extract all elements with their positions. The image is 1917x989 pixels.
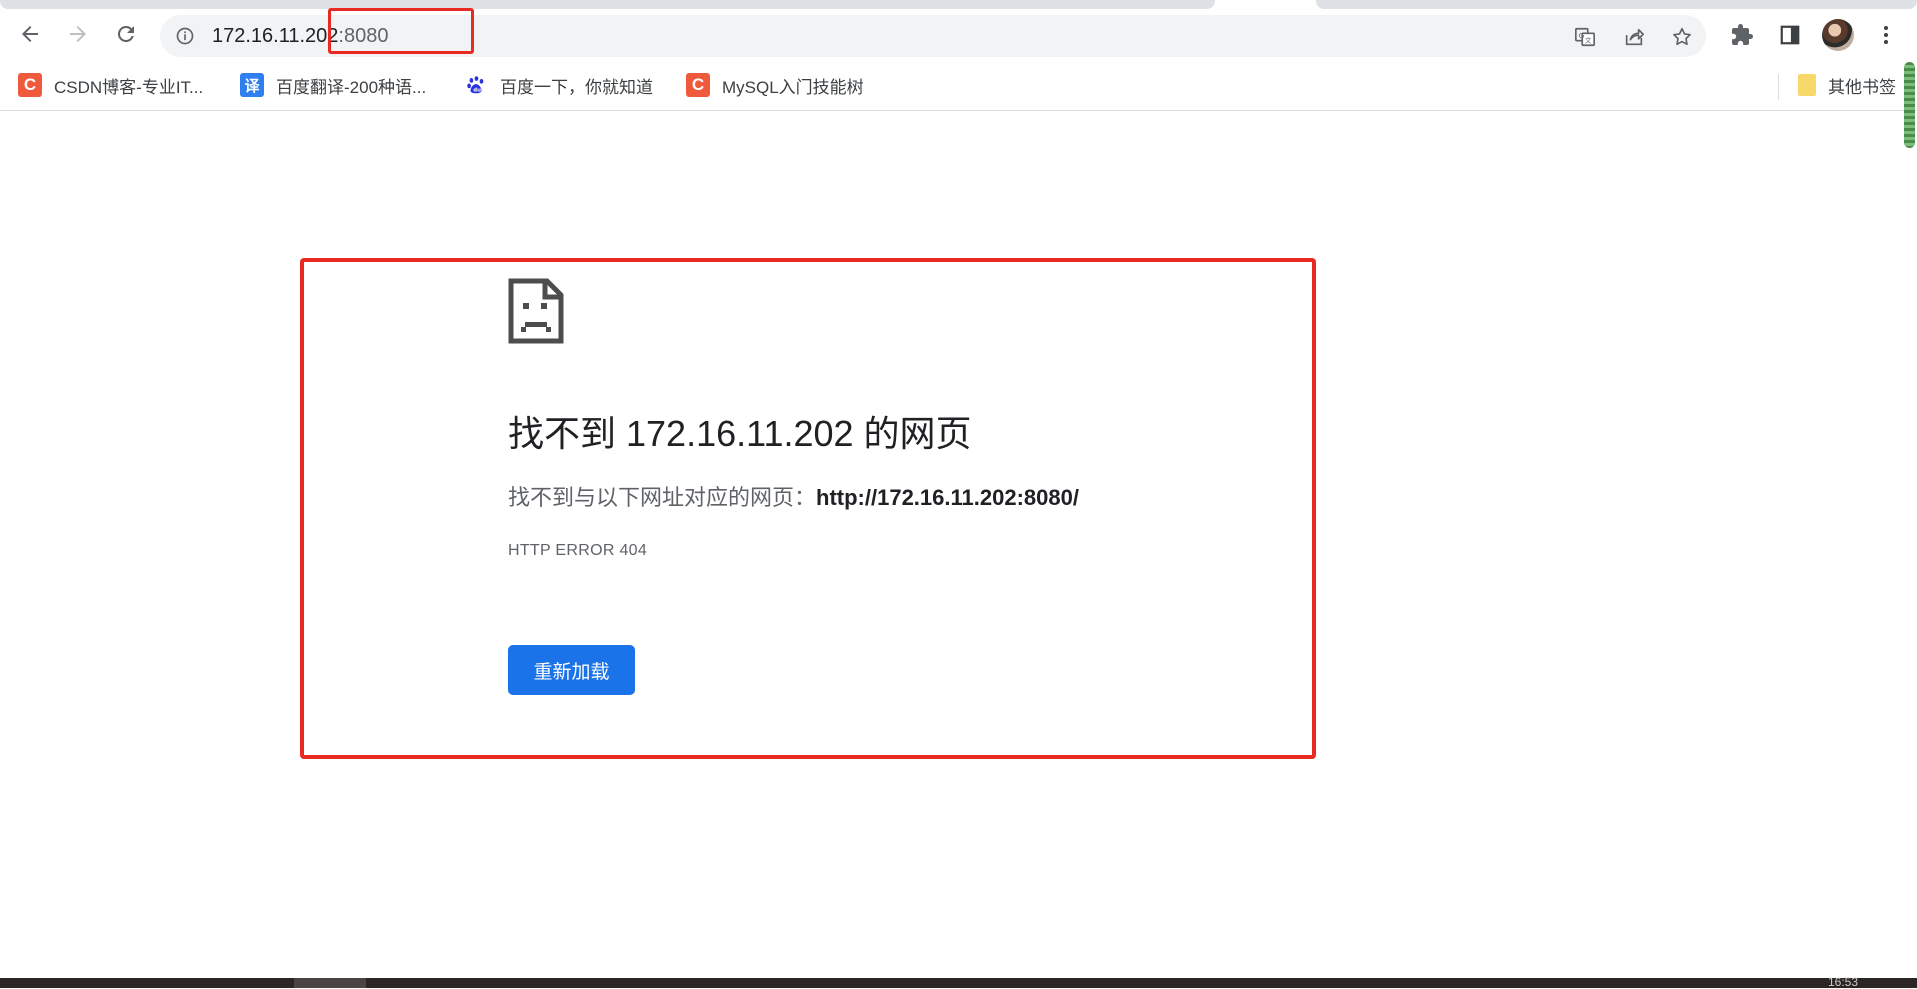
extensions-puzzle-icon[interactable]: [1728, 21, 1756, 49]
csdn-icon: C: [686, 73, 710, 97]
tab-background[interactable]: [0, 0, 1215, 9]
bookmark-item[interactable]: du 百度一下，你就知道: [464, 72, 653, 98]
browser-toolbar: 172.16.11.202:8080 G文: [0, 10, 1917, 62]
share-icon[interactable]: [1621, 24, 1647, 50]
reload-icon: [117, 25, 134, 42]
bookmark-item[interactable]: 译 百度翻译-200种语...: [240, 72, 426, 98]
bookmark-item[interactable]: C MySQL入门技能树: [686, 72, 864, 98]
bookmark-item[interactable]: C CSDN博客-专业IT...: [18, 72, 203, 98]
bookmark-label: 百度一下，你就知道: [500, 77, 653, 97]
taskbar: [0, 978, 1917, 988]
bookmark-label: MySQL入门技能树: [722, 77, 864, 97]
reload-toolbar-button[interactable]: [108, 16, 144, 52]
folder-icon: [1798, 74, 1816, 96]
other-bookmarks-label: 其他书签: [1828, 77, 1896, 97]
translate-icon[interactable]: G文: [1572, 24, 1598, 50]
url-host: 172.16.11.202: [212, 25, 339, 47]
bookmarks-bar: C CSDN博客-专业IT... 译 百度翻译-200种语... du 百度一下…: [0, 64, 1917, 111]
profile-avatar[interactable]: [1822, 19, 1854, 51]
tab-strip: [0, 0, 1917, 10]
taskbar-clock: 16:53: [1828, 975, 1859, 989]
bookmark-label: 百度翻译-200种语...: [276, 77, 427, 97]
svg-text:du: du: [473, 87, 481, 93]
bookmark-label: CSDN博客-专业IT...: [54, 77, 204, 97]
annotation-box-url: [328, 8, 474, 54]
bookmark-separator: [1778, 74, 1779, 100]
svg-text:G: G: [1579, 31, 1585, 40]
scrollbar-thumb[interactable]: [1904, 62, 1915, 148]
csdn-icon: C: [18, 73, 42, 97]
other-bookmarks-folder[interactable]: 其他书签: [1798, 72, 1896, 98]
site-info-icon[interactable]: [174, 25, 196, 47]
menu-kebab-icon[interactable]: [1872, 21, 1900, 49]
baidu-paw-icon: du: [464, 73, 488, 97]
taskbar-item[interactable]: [294, 978, 366, 988]
tab-background-right[interactable]: [1316, 0, 1917, 9]
forward-button[interactable]: [60, 16, 96, 52]
annotation-box-error: [300, 258, 1316, 759]
bookmark-star-icon[interactable]: [1669, 24, 1695, 50]
arrow-right-icon: [70, 26, 86, 42]
back-button[interactable]: [12, 16, 48, 52]
svg-text:文: 文: [1585, 36, 1592, 45]
side-panel-icon[interactable]: [1776, 21, 1804, 49]
arrow-left-icon: [22, 26, 38, 42]
fanyi-icon: 译: [240, 73, 264, 97]
